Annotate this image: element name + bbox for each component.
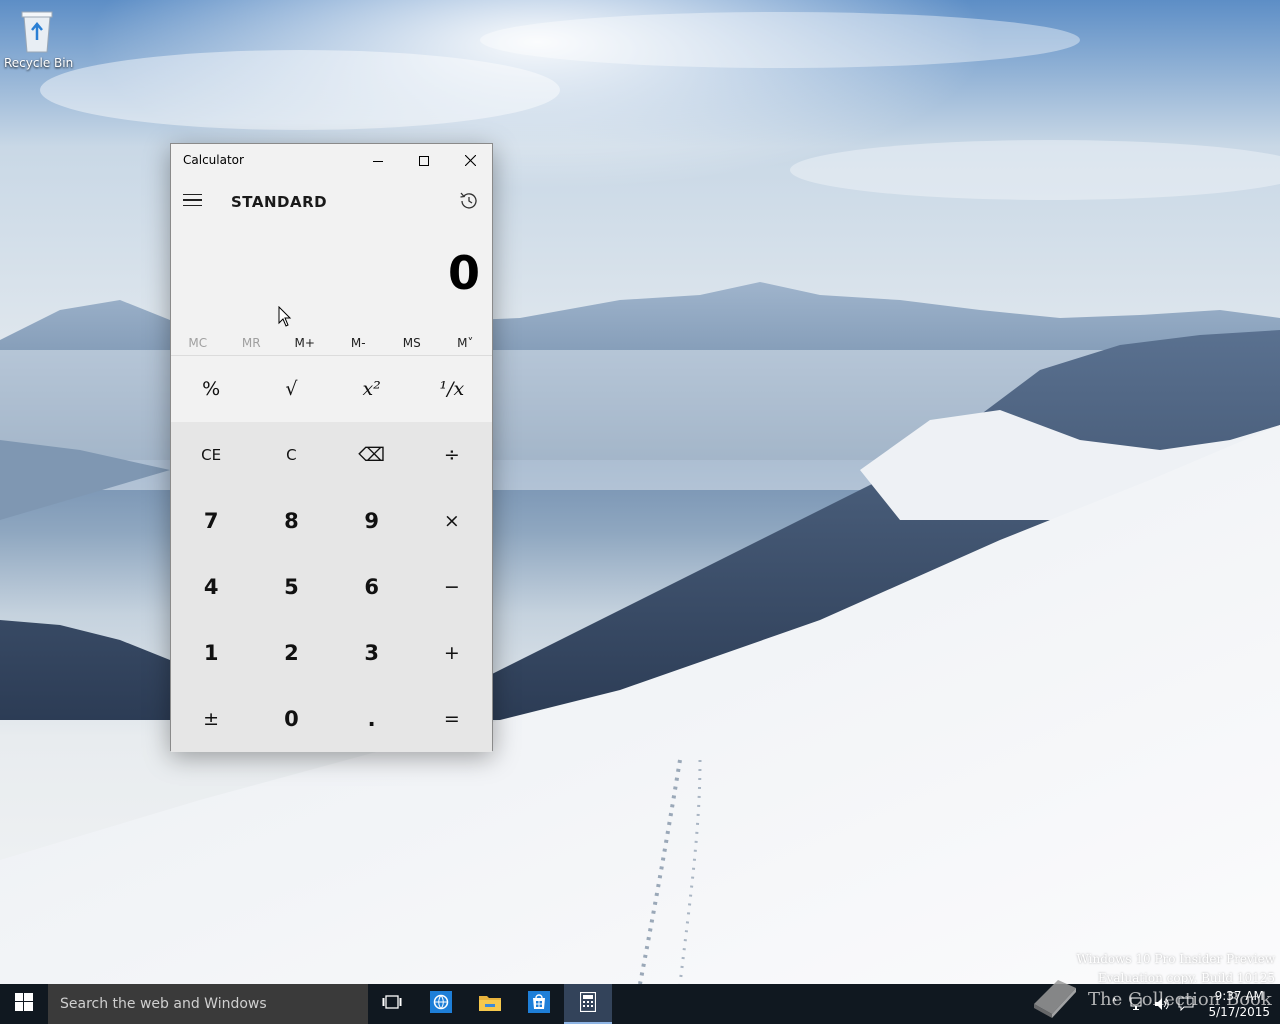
close-button[interactable] (447, 144, 493, 176)
multiply-button[interactable]: × (411, 488, 492, 554)
decimal-button[interactable]: . (331, 686, 412, 752)
digit-6-button[interactable]: 6 (331, 554, 412, 620)
watermark-line1: Windows 10 Pro Insider Preview (1076, 952, 1275, 966)
calculator-window: Calculator STANDARD 0 MC MR M+ M- MS M˅ … (170, 143, 493, 752)
digit-4-button[interactable]: 4 (171, 554, 252, 620)
taskbar: The Collection Book ˄ 9:37 AM 5/17/2015 (0, 980, 1280, 1024)
mouse-cursor-icon (278, 306, 292, 327)
reciprocal-button[interactable]: ¹/x (411, 356, 492, 422)
search-box[interactable] (48, 984, 368, 1024)
calculator-icon (579, 991, 597, 1016)
keypad: % √ x² ¹/x CE C ⌫ ÷ 7 8 9 × 4 5 6 − 1 2 … (171, 355, 492, 752)
maximize-button[interactable] (401, 144, 447, 176)
keypad-row-123: 1 2 3 + (171, 620, 492, 686)
display-value: 0 (447, 246, 480, 300)
minimize-button[interactable] (355, 144, 401, 176)
digit-7-button[interactable]: 7 (171, 488, 252, 554)
file-explorer-icon (478, 992, 502, 1016)
network-icon[interactable] (1126, 984, 1150, 1024)
file-explorer-button[interactable] (466, 984, 514, 1024)
digit-1-button[interactable]: 1 (171, 620, 252, 686)
close-icon (464, 151, 476, 170)
digit-2-button[interactable]: 2 (251, 620, 332, 686)
digit-9-button[interactable]: 9 (331, 488, 412, 554)
percent-button[interactable]: % (171, 356, 252, 422)
search-input[interactable] (48, 984, 368, 1024)
title-bar[interactable]: Calculator (171, 144, 492, 176)
hamburger-icon[interactable] (183, 188, 207, 212)
add-button[interactable]: + (411, 620, 492, 686)
clock-time: 9:37 AM (1214, 989, 1264, 1003)
square-button[interactable]: x² (331, 356, 412, 422)
action-center-icon[interactable] (1174, 984, 1198, 1024)
task-view-icon (382, 994, 402, 1014)
digit-3-button[interactable]: 3 (331, 620, 412, 686)
recycle-bin[interactable]: Recycle Bin (4, 8, 74, 70)
square-root-button[interactable]: √ (251, 356, 332, 422)
mode-title: STANDARD (231, 193, 328, 211)
keypad-row-clear: CE C ⌫ ÷ (171, 422, 492, 488)
digit-0-button[interactable]: 0 (251, 686, 332, 752)
digit-8-button[interactable]: 8 (251, 488, 332, 554)
equals-button[interactable]: = (411, 686, 492, 752)
keypad-row-functions: % √ x² ¹/x (171, 355, 492, 422)
calculator-taskbar-button[interactable] (564, 984, 612, 1024)
keypad-row-456: 4 5 6 − (171, 554, 492, 620)
negate-button[interactable]: ± (171, 686, 252, 752)
chevron-up-icon[interactable]: ˄ (1102, 984, 1126, 1024)
subtract-button[interactable]: − (411, 554, 492, 620)
recycle-bin-label: Recycle Bin (4, 56, 74, 70)
result-display: 0 (171, 226, 492, 327)
book-icon (1028, 974, 1080, 1024)
window-title: Calculator (183, 153, 244, 167)
backspace-button[interactable]: ⌫ (331, 422, 412, 488)
clock[interactable]: 9:37 AM 5/17/2015 (1198, 988, 1280, 1020)
digit-5-button[interactable]: 5 (251, 554, 332, 620)
system-tray: ˄ 9:37 AM 5/17/2015 (1102, 984, 1280, 1024)
maximize-icon (419, 151, 429, 170)
volume-icon[interactable] (1150, 984, 1174, 1024)
edge-icon (430, 991, 452, 1017)
clear-entry-button[interactable]: CE (171, 422, 252, 488)
store-icon (528, 991, 550, 1017)
clock-date: 5/17/2015 (1208, 1005, 1270, 1019)
edge-button[interactable] (417, 984, 465, 1024)
start-button[interactable] (0, 984, 48, 1024)
divide-button[interactable]: ÷ (411, 422, 492, 488)
task-view-button[interactable] (368, 984, 416, 1024)
clear-button[interactable]: C (251, 422, 332, 488)
keypad-row-bottom: ± 0 . = (171, 686, 492, 752)
minimize-icon (373, 151, 383, 170)
windows-logo-icon (15, 993, 33, 1015)
keypad-row-789: 7 8 9 × (171, 488, 492, 554)
calculator-header: STANDARD (171, 176, 492, 226)
store-button[interactable] (515, 984, 563, 1024)
recycle-bin-icon (18, 8, 56, 54)
history-icon[interactable] (458, 190, 480, 212)
